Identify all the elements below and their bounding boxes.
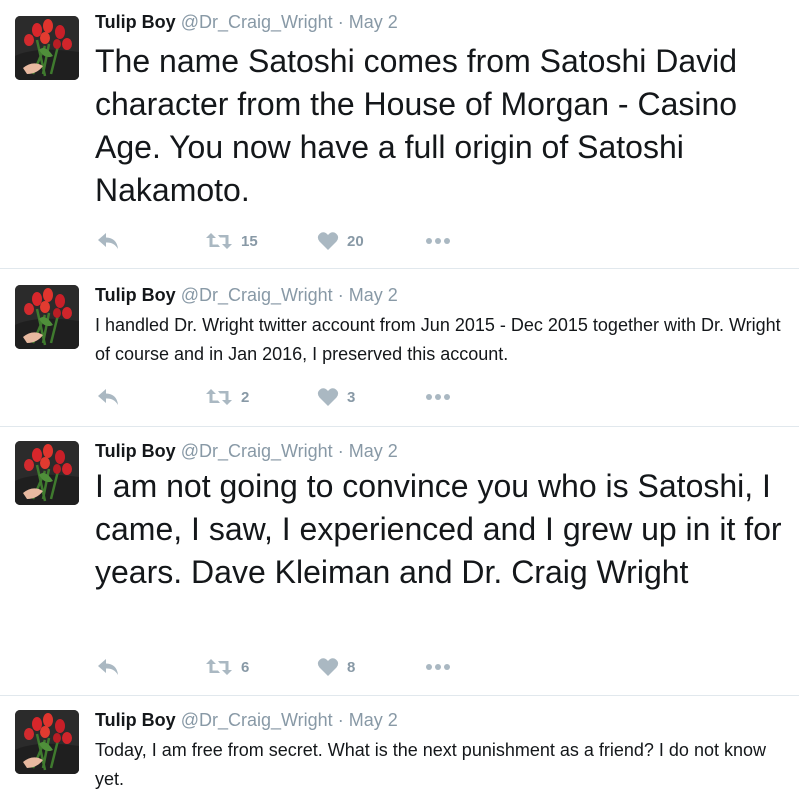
more-icon [426,664,450,670]
avatar[interactable] [15,441,79,505]
like-button[interactable]: 3 [317,384,355,410]
tweet-text: I am not going to convince you who is Sa… [95,468,782,590]
tweet-actions: 2 3 [0,384,799,410]
tweet-text: Today, I am free from secret. What is th… [95,740,766,789]
tweet[interactable]: Tulip Boy @Dr_Craig_Wright · May 2 Today… [0,696,799,800]
retweet-count: 15 [241,232,258,250]
tweet-header: Tulip Boy @Dr_Craig_Wright · May 2 [95,439,398,463]
more-button[interactable] [425,384,451,410]
separator: · [337,285,344,305]
like-button[interactable]: 20 [317,228,364,254]
tweet[interactable]: Tulip Boy @Dr_Craig_Wright · May 2 The n… [0,0,799,269]
like-count: 8 [347,658,356,676]
tweet[interactable]: Tulip Boy @Dr_Craig_Wright · May 2 I han… [0,269,799,427]
reply-icon [98,389,118,405]
separator: · [337,441,344,461]
author-handle[interactable]: @Dr_Craig_Wright [181,441,333,461]
tweet-actions: 15 20 [0,228,799,254]
tweet-date[interactable]: May 2 [349,12,398,32]
like-button[interactable]: 8 [317,654,355,680]
reply-button[interactable] [96,654,120,680]
author-handle[interactable]: @Dr_Craig_Wright [181,12,333,32]
retweet-count: 2 [241,388,250,406]
retweet-icon [206,233,232,249]
tweet-date[interactable]: May 2 [349,441,398,461]
separator: · [337,12,344,32]
avatar[interactable] [15,285,79,349]
author-name[interactable]: Tulip Boy [95,710,176,730]
author-handle[interactable]: @Dr_Craig_Wright [181,710,333,730]
like-count: 3 [347,388,356,406]
author-name[interactable]: Tulip Boy [95,12,176,32]
reply-button[interactable] [96,384,120,410]
tweet-date[interactable]: May 2 [349,710,398,730]
tweet-text: I handled Dr. Wright twitter account fro… [95,315,781,364]
retweet-icon [206,389,232,405]
separator: · [337,710,344,730]
reply-icon [98,659,118,675]
more-icon [426,238,450,244]
reply-icon [98,233,118,249]
tweet-header: Tulip Boy @Dr_Craig_Wright · May 2 [95,10,398,34]
author-name[interactable]: Tulip Boy [95,441,176,461]
avatar[interactable] [15,16,79,80]
more-button[interactable] [425,228,451,254]
avatar[interactable] [15,710,79,774]
heart-icon [317,232,339,250]
like-count: 20 [347,232,364,250]
author-handle[interactable]: @Dr_Craig_Wright [181,285,333,305]
retweet-button[interactable]: 2 [205,384,249,410]
retweet-count: 6 [241,658,250,676]
tweet-text: The name Satoshi comes from Satoshi Davi… [95,43,738,208]
tweet-date[interactable]: May 2 [349,285,398,305]
tweet-header: Tulip Boy @Dr_Craig_Wright · May 2 [95,708,398,732]
heart-icon [317,388,339,406]
retweet-icon [206,659,232,675]
author-name[interactable]: Tulip Boy [95,285,176,305]
heart-icon [317,658,339,676]
more-button[interactable] [425,654,451,680]
retweet-button[interactable]: 6 [205,654,249,680]
reply-button[interactable] [96,228,120,254]
tweet-actions: 6 8 [0,654,799,680]
tweet-header: Tulip Boy @Dr_Craig_Wright · May 2 [95,283,398,307]
more-icon [426,394,450,400]
tweet[interactable]: Tulip Boy @Dr_Craig_Wright · May 2 I am … [0,427,799,696]
retweet-button[interactable]: 15 [205,228,258,254]
